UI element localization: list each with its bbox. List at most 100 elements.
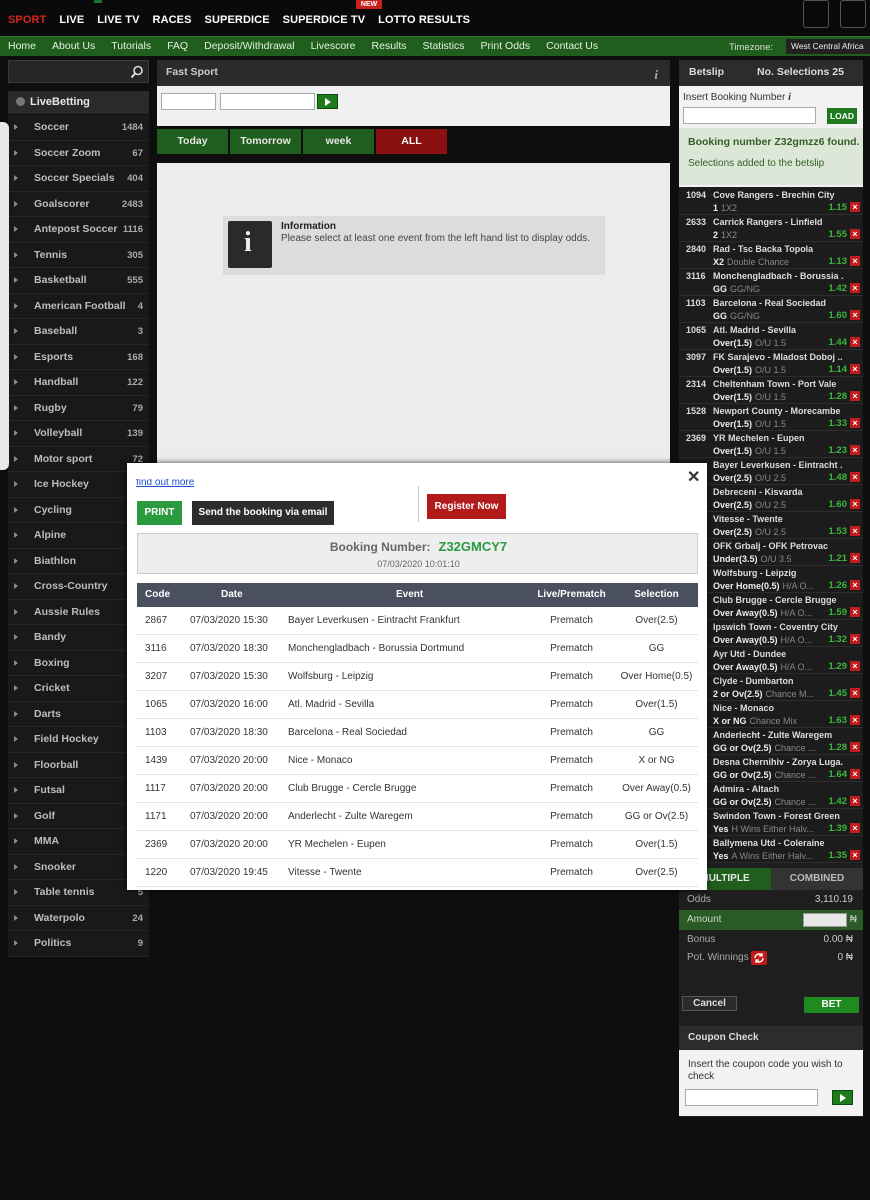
subnav-link[interactable]: About Us: [52, 40, 95, 52]
subnav-link[interactable]: Tutorials: [111, 40, 151, 52]
remove-icon[interactable]: ×: [850, 553, 860, 563]
drawer-handle[interactable]: [0, 122, 9, 470]
remove-icon[interactable]: ×: [850, 229, 860, 239]
sidebar-item-sport[interactable]: Politics 9: [8, 931, 149, 957]
nav-races[interactable]: RACES: [153, 14, 192, 26]
sidebar-item-sport[interactable]: Basketball 555: [8, 268, 149, 294]
remove-icon[interactable]: ×: [850, 418, 860, 428]
bet-code: 2314: [686, 379, 707, 389]
coupon-code-input[interactable]: [685, 1089, 818, 1106]
tab-combined[interactable]: COMBINED: [771, 868, 863, 890]
remove-icon[interactable]: ×: [850, 391, 860, 401]
nav-live[interactable]: LIVE: [59, 14, 84, 26]
header-button[interactable]: [840, 0, 866, 28]
sidebar-item-sport[interactable]: Esports 168: [8, 345, 149, 370]
close-icon[interactable]: ✕: [687, 467, 700, 487]
search-icon[interactable]: [130, 65, 144, 79]
tab-all[interactable]: ALL: [376, 129, 447, 154]
sidebar-item-sport[interactable]: American Football 4: [8, 294, 149, 319]
remove-icon[interactable]: ×: [850, 688, 860, 698]
remove-icon[interactable]: ×: [850, 472, 860, 482]
bet-event: Wolfsburg - Leipzig: [713, 568, 797, 578]
subnav-link[interactable]: Contact Us: [546, 40, 598, 52]
table-row: 1171 07/03/2020 20:00 Anderlecht - Zulte W…: [137, 803, 698, 831]
nav-lotto-results[interactable]: LOTTO RESULTS: [378, 14, 470, 26]
bet-button[interactable]: BET: [804, 997, 859, 1013]
subnav-link[interactable]: Home: [8, 40, 36, 52]
sidebar-item-sport[interactable]: Handball 122: [8, 370, 149, 396]
cancel-button[interactable]: Cancel: [682, 996, 737, 1011]
remove-icon[interactable]: ×: [850, 202, 860, 212]
subnav-link[interactable]: Deposit/Withdrawal: [204, 40, 294, 52]
remove-icon[interactable]: ×: [850, 526, 860, 536]
remove-icon[interactable]: ×: [850, 499, 860, 509]
sidebar-item-sport[interactable]: Volleyball 139: [8, 421, 149, 447]
sidebar-item-sport[interactable]: Waterpolo 24: [8, 906, 149, 931]
bet-item: 1065 Atl. Madrid - Sevilla Over(1.5) O/U 1.…: [679, 323, 863, 350]
load-button[interactable]: LOAD: [827, 108, 857, 124]
nav-sport[interactable]: SPORT: [8, 14, 46, 26]
remove-icon[interactable]: ×: [850, 337, 860, 347]
remove-icon[interactable]: ×: [850, 283, 860, 293]
remove-icon[interactable]: ×: [850, 607, 860, 617]
coupon-go-button[interactable]: [832, 1090, 853, 1105]
caret-right-icon: [14, 583, 18, 589]
fast-code-input[interactable]: [220, 93, 315, 110]
bet-selection: Over Away(0.5) H/A O...: [713, 635, 812, 645]
go-button[interactable]: [317, 94, 338, 109]
booking-number-input[interactable]: [683, 107, 816, 124]
fast-code-input[interactable]: [161, 93, 216, 110]
tab-tomorrow[interactable]: Tomorrow: [230, 129, 301, 154]
sport-search-input[interactable]: [8, 60, 149, 83]
remove-icon[interactable]: ×: [850, 769, 860, 779]
sidebar-item-sport[interactable]: Antepost Soccer 1116: [8, 217, 149, 243]
remove-icon[interactable]: ×: [850, 364, 860, 374]
subnav-link[interactable]: Results: [372, 40, 407, 52]
bet-code: 1103: [686, 298, 706, 308]
remove-icon[interactable]: ×: [850, 256, 860, 266]
sidebar-item-sport[interactable]: Soccer Specials 404: [8, 166, 149, 192]
info-icon[interactable]: i: [654, 63, 658, 87]
subnav-link[interactable]: Statistics: [423, 40, 465, 52]
remove-icon[interactable]: ×: [850, 850, 860, 860]
tab-today[interactable]: Today: [157, 129, 228, 154]
sidebar-item-sport[interactable]: Tennis 305: [8, 243, 149, 268]
amount-input[interactable]: [803, 913, 847, 927]
remove-icon[interactable]: ×: [850, 445, 860, 455]
sidebar-item-sport[interactable]: Rugby 79: [8, 396, 149, 421]
betslip-header: Betslip No. Selections 25: [679, 60, 863, 86]
register-now-button[interactable]: Register Now: [427, 494, 506, 519]
sidebar-item-sport[interactable]: Soccer 1484: [8, 115, 149, 141]
sidebar-item-sport[interactable]: Baseball 3: [8, 319, 149, 345]
sidebar-item-sport[interactable]: Goalscorer 2483: [8, 192, 149, 217]
tab-week[interactable]: week: [303, 129, 374, 154]
remove-icon[interactable]: ×: [850, 634, 860, 644]
refresh-icon[interactable]: [751, 951, 767, 965]
nav-live-tv[interactable]: LIVE TV: [97, 14, 139, 26]
bet-odds: 1.55: [828, 229, 848, 240]
bet-selection: GG or Ov(2.5) Chance ...: [713, 797, 816, 807]
subnav-link[interactable]: Livescore: [311, 40, 356, 52]
print-button[interactable]: PRINT: [137, 501, 182, 525]
remove-icon[interactable]: ×: [850, 580, 860, 590]
timezone-select[interactable]: West Central Africa: [786, 39, 870, 54]
remove-icon[interactable]: ×: [850, 796, 860, 806]
header-button[interactable]: [803, 0, 829, 28]
sport-name: Snooker: [34, 860, 77, 873]
remove-icon[interactable]: ×: [850, 742, 860, 752]
table-row: 1439 07/03/2020 20:00 Nice - Monaco Prematc…: [137, 747, 698, 775]
caret-right-icon: [14, 557, 18, 564]
subnav-link[interactable]: FAQ: [167, 40, 188, 52]
remove-icon[interactable]: ×: [850, 823, 860, 833]
nav-superdice[interactable]: SUPERDICE: [205, 14, 270, 26]
remove-icon[interactable]: ×: [850, 661, 860, 671]
remove-icon[interactable]: ×: [850, 310, 860, 320]
email-booking-button[interactable]: Send the booking via email: [192, 501, 334, 525]
remove-icon[interactable]: ×: [850, 715, 860, 725]
live-betting-link[interactable]: LiveBetting: [8, 91, 149, 114]
find-out-more-link[interactable]: find out more: [136, 479, 194, 487]
subnav-link[interactable]: Print Odds: [481, 40, 531, 52]
bet-event: Barcelona - Real Sociedad: [713, 298, 827, 308]
sidebar-item-sport[interactable]: Soccer Zoom 67: [8, 141, 149, 166]
nav-superdice-tv[interactable]: SUPERDICE TV: [283, 14, 366, 26]
